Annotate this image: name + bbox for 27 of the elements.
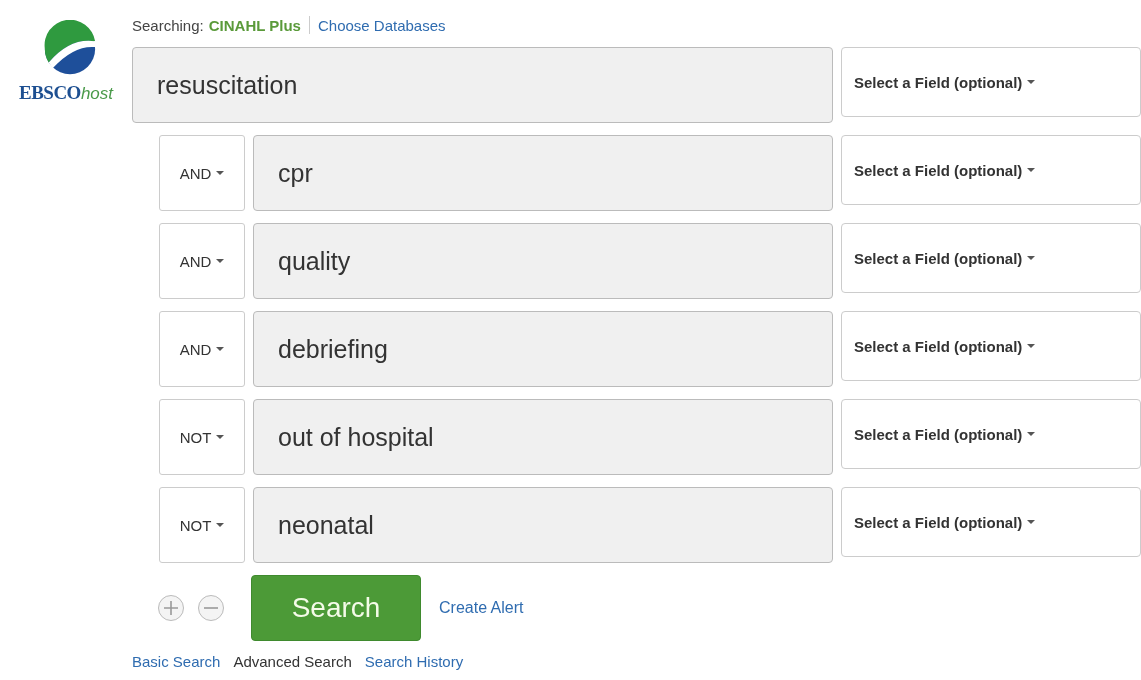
field-dropdown[interactable]: Select a Field (optional) — [841, 399, 1141, 469]
search-field[interactable]: neonatal — [253, 487, 833, 563]
search-field[interactable]: cpr — [253, 135, 833, 211]
create-alert-link[interactable]: Create Alert — [439, 599, 524, 617]
field-dropdown[interactable]: Select a Field (optional) — [841, 47, 1141, 117]
database-name: CINAHL Plus — [208, 16, 301, 34]
field-dropdown[interactable]: Select a Field (optional) — [841, 223, 1141, 293]
remove-row-icon[interactable] — [197, 594, 225, 622]
operator-dropdown[interactable]: AND — [159, 311, 245, 387]
search-mode-link[interactable]: Advanced Search — [233, 653, 352, 670]
choose-databases-link[interactable]: Choose Databases — [317, 16, 446, 34]
search-mode-link[interactable]: Search History — [364, 653, 464, 670]
operator-dropdown[interactable]: NOT — [159, 399, 245, 475]
add-row-icon[interactable] — [157, 594, 185, 622]
search-field[interactable]: quality — [253, 223, 833, 299]
search-field[interactable]: out of hospital — [253, 399, 833, 475]
field-dropdown[interactable]: Select a Field (optional) — [841, 135, 1141, 205]
search-field[interactable]: debriefing — [253, 311, 833, 387]
operator-dropdown[interactable]: AND — [159, 135, 245, 211]
field-dropdown[interactable]: Select a Field (optional) — [841, 487, 1141, 557]
operator-dropdown[interactable]: NOT — [159, 487, 245, 563]
logo-text: EBSCOhost — [18, 82, 114, 104]
search-field[interactable]: resuscitation — [132, 47, 833, 123]
operator-dropdown[interactable]: AND — [159, 223, 245, 299]
field-dropdown[interactable]: Select a Field (optional) — [841, 311, 1141, 381]
search-mode-link[interactable]: Basic Search — [132, 653, 221, 670]
searching-label: Searching: — [132, 16, 204, 34]
